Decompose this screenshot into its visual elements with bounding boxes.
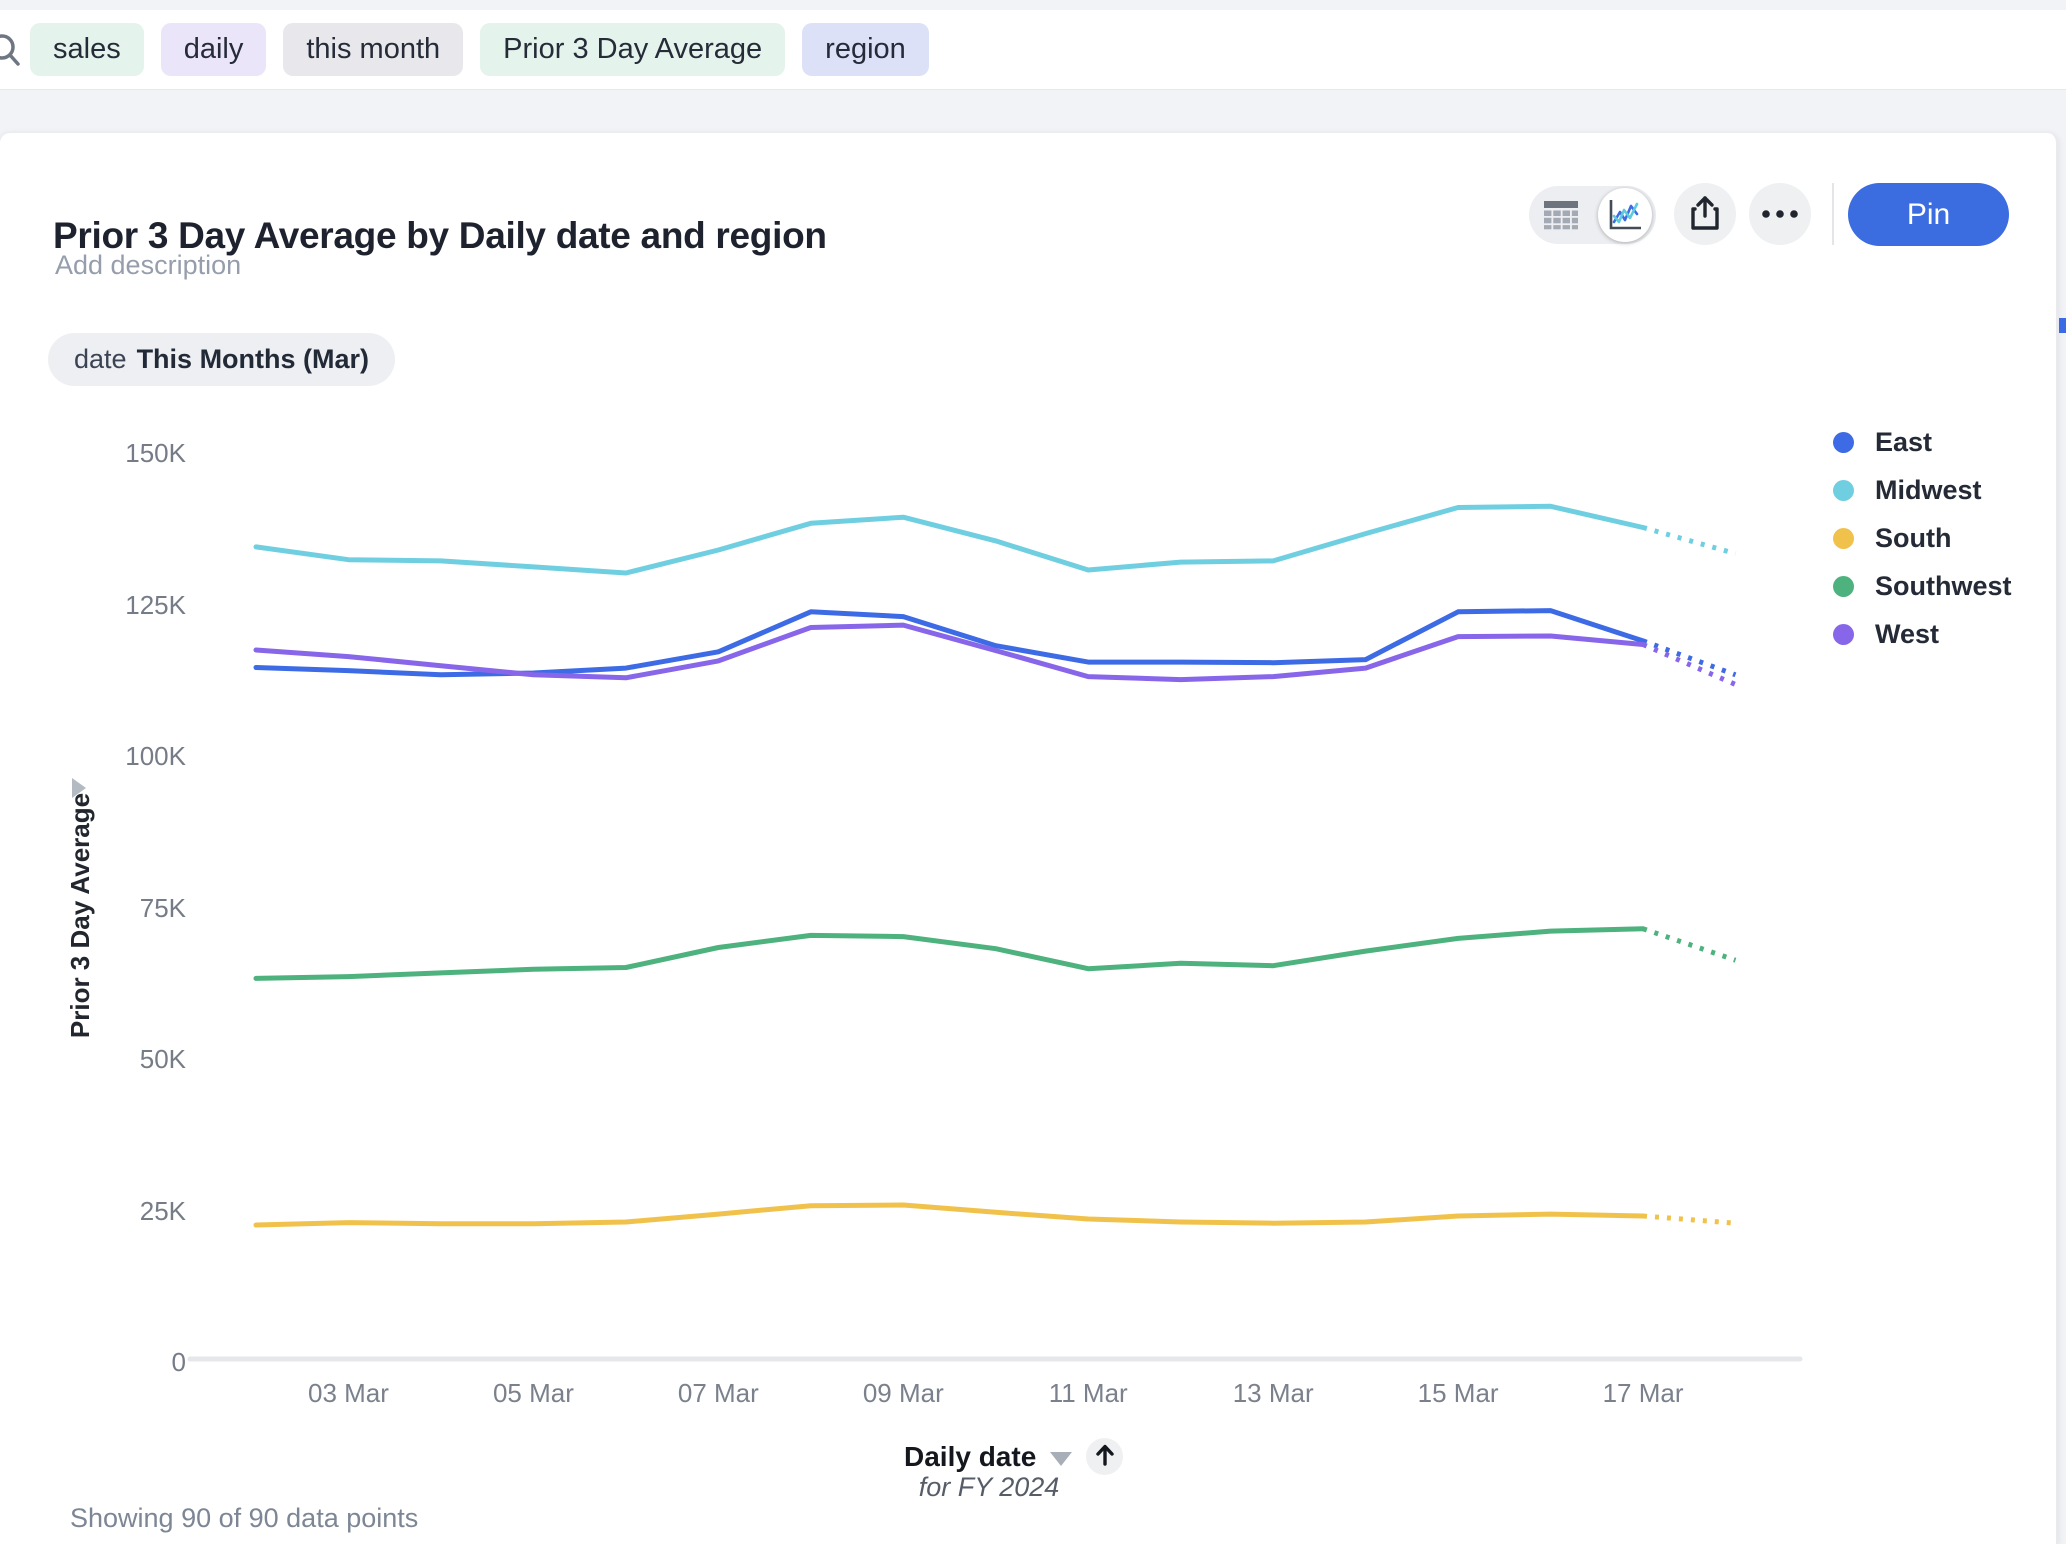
legend-label: West xyxy=(1875,619,1939,650)
chart-legend: East Midwest South Southwest West xyxy=(1833,418,2012,658)
table-view-icon[interactable] xyxy=(1529,200,1592,230)
x-axis-tick-label: 11 Mar xyxy=(1018,1378,1158,1409)
pin-button[interactable]: Pin xyxy=(1848,183,2009,246)
search-icon xyxy=(0,32,24,75)
chart-view-icon-selected[interactable] xyxy=(1598,188,1652,242)
legend-dot xyxy=(1833,624,1854,645)
y-axis-tick-label: 0 xyxy=(0,1347,186,1378)
share-button[interactable] xyxy=(1674,183,1736,245)
share-icon xyxy=(1689,195,1721,234)
x-axis-tick-label: 09 Mar xyxy=(833,1378,973,1409)
legend-label: South xyxy=(1875,523,1951,554)
search-chip-sales[interactable]: sales xyxy=(30,23,144,76)
x-axis-subtitle: for FY 2024 xyxy=(904,1472,1074,1503)
more-options-button[interactable] xyxy=(1749,183,1811,245)
legend-label: Midwest xyxy=(1875,475,1982,506)
legend-dot xyxy=(1833,576,1854,597)
scrollbar-thumb[interactable] xyxy=(2059,318,2066,333)
y-axis-tick-label: 25K xyxy=(0,1196,186,1227)
search-chip-this-month[interactable]: this month xyxy=(283,23,463,76)
legend-dot xyxy=(1833,528,1854,549)
filter-value: This Months (Mar) xyxy=(137,344,369,375)
ellipsis-icon xyxy=(1761,207,1799,222)
x-axis-tick-label: 03 Mar xyxy=(278,1378,418,1409)
x-axis-tick-label: 13 Mar xyxy=(1203,1378,1343,1409)
y-axis-tick-label: 100K xyxy=(0,741,186,772)
sort-ascending-button[interactable] xyxy=(1086,1438,1123,1475)
y-axis-tick-label: 150K xyxy=(0,438,186,469)
y-axis-tick-label: 125K xyxy=(0,590,186,621)
legend-item-southwest[interactable]: Southwest xyxy=(1833,562,2012,610)
legend-label: East xyxy=(1875,427,1932,458)
legend-item-west[interactable]: West xyxy=(1833,610,2012,658)
x-axis-tick-label: 05 Mar xyxy=(463,1378,603,1409)
y-axis-tick-label: 75K xyxy=(0,893,186,924)
chevron-down-icon[interactable] xyxy=(1050,1452,1072,1466)
search-bar[interactable]: sales daily this month Prior 3 Day Average r… xyxy=(0,10,2066,90)
date-filter-chip[interactable]: date This Months (Mar) xyxy=(48,333,395,386)
x-axis-tick-label: 07 Mar xyxy=(648,1378,788,1409)
legend-label: Southwest xyxy=(1875,571,2012,602)
x-axis-control[interactable]: Daily date xyxy=(904,1438,1123,1475)
search-chip-region[interactable]: region xyxy=(802,23,929,76)
legend-dot xyxy=(1833,480,1854,501)
x-axis-tick-label: 15 Mar xyxy=(1388,1378,1528,1409)
legend-dot xyxy=(1833,432,1854,453)
legend-item-east[interactable]: East xyxy=(1833,418,2012,466)
x-axis-tick-label: 17 Mar xyxy=(1573,1378,1713,1409)
search-chip-daily[interactable]: daily xyxy=(161,23,267,76)
y-axis-tick-label: 50K xyxy=(0,1044,186,1075)
search-chip-prior-3-day-average[interactable]: Prior 3 Day Average xyxy=(480,23,785,76)
toolbar-divider xyxy=(1832,183,1834,245)
view-toggle[interactable] xyxy=(1529,186,1656,244)
data-points-count: Showing 90 of 90 data points xyxy=(70,1503,418,1534)
search-chips: sales daily this month Prior 3 Day Average r… xyxy=(30,23,929,76)
add-description-button[interactable]: Add description xyxy=(55,250,241,281)
filter-field: date xyxy=(74,344,127,375)
x-axis-field-label[interactable]: Daily date xyxy=(904,1441,1036,1473)
arrow-up-icon xyxy=(1094,1443,1116,1470)
legend-item-midwest[interactable]: Midwest xyxy=(1833,466,2012,514)
legend-item-south[interactable]: South xyxy=(1833,514,2012,562)
